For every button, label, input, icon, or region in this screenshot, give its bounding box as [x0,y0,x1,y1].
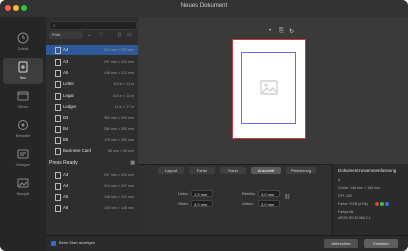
summary-size: Größe: 148 mm × 180 mm [338,186,381,190]
document-icon [55,115,61,122]
grid-view-icon[interactable]: ▦ [130,159,135,168]
rail-label: Öffnen [17,105,29,109]
rail-item-templates[interactable]: Vorlagen [3,145,43,171]
bleed-left-field[interactable]: 1,5 mm [191,190,213,197]
bleed-bottom-label: Unten: [242,201,254,206]
list-item[interactable]: B5 176 mm × 250 mm [46,135,138,145]
cancel-button[interactable]: Abbrechen [324,239,358,248]
new-document-window: Neues Dokument Zuletzt Neu Öffnen Beispi… [0,0,408,251]
document-icon [55,205,61,212]
bleed-right-field[interactable]: 3,0 mm [258,190,280,197]
summary-title: Dokumentzusammenfassung [338,168,397,173]
color-swatch [375,202,379,206]
list-item[interactable]: Legal 8,5 in × 14 in [46,91,138,101]
document-icon [55,104,61,111]
bleed-bottom-field[interactable]: 3,0 mm [258,200,280,207]
color-swatch [380,202,384,206]
refresh-icon[interactable]: ↻ [289,28,294,35]
document-icon [55,70,61,77]
document-icon [55,126,61,133]
window-title: Neues Dokument [180,3,228,9]
search-input[interactable]: ⌕ [49,21,137,30]
tab-anschnitt[interactable]: Anschnitt [251,167,281,174]
rail-item-samples[interactable]: Beispiele [3,116,43,142]
list-item[interactable]: A4 210 mm × 297 mm [46,181,138,191]
rail-label: Vorlagen [15,163,31,167]
bleed-top-label: Oben: [178,201,189,206]
tab-farbe[interactable]: Farbe [189,167,215,174]
category-filter-select[interactable]: Print [49,31,83,39]
filter-row: Print ⌄ ♡ ▯ ▭ [49,31,135,39]
list-item[interactable]: B3 353 mm × 500 mm [46,113,138,123]
document-icon [55,47,61,54]
document-settings-icon[interactable]: ⎘ [279,28,284,35]
template-icon [17,149,29,159]
example-icon [17,178,29,188]
document-icon [55,172,61,179]
image-placeholder-icon [260,80,278,95]
list-item[interactable]: Letter 8,5 in × 11 in [46,79,138,89]
rail-label: Beispiel [16,192,30,196]
list-item[interactable]: Business Card 85 mm × 55 mm [46,146,138,156]
landscape-orientation-icon[interactable]: ▭ [125,31,134,39]
dot-icon: • [269,28,272,34]
list-item[interactable]: A5 148 mm × 210 mm [46,192,138,202]
rail-label: Beispiele [15,134,31,138]
rail-item-recent[interactable]: Zuletzt [3,29,43,55]
list-item[interactable]: A5 148 mm × 210 mm [46,68,138,78]
list-item[interactable]: A6 105 mm × 148 mm [46,203,138,213]
rail-item-open[interactable]: Öffnen [3,87,43,113]
document-icon [55,194,61,201]
list-item[interactable]: A3 297 mm × 420 mm [46,57,138,67]
list-item[interactable]: A3 297 mm × 420 mm [46,170,138,180]
list-item[interactable]: Ledger 11 in × 17 in [46,102,138,112]
document-icon [55,93,61,100]
tab-platzierung[interactable]: Platzierung [286,167,316,174]
link-values-icon[interactable]: ⛓ [284,194,290,200]
summary-color: Farbe: RGB (8 Bit) [338,202,368,206]
show-on-start-label: Beim Start anzeigen [59,240,96,245]
bleed-left-label: Links: [178,191,189,196]
create-button[interactable]: Erstellen [364,239,398,248]
sample-icon [18,120,28,130]
tab-rand[interactable]: Rand [220,167,246,174]
margin-guide [241,52,296,124]
summary-profile: sRGB IEC61966-2.1 [338,216,371,220]
document-icon [55,183,61,190]
summary-profile-label: Farbprofil: [338,210,355,214]
document-icon [55,59,61,66]
bleed-top-field[interactable]: 3,0 mm [191,200,213,207]
document-icon [55,148,61,155]
footer-bar: Beim Start anzeigen Abbrechen Erstellen [46,235,408,251]
rail-label: Zuletzt [17,47,29,51]
clock-icon [17,32,29,44]
heart-icon[interactable]: ♡ [97,31,106,39]
document-icon [55,137,61,144]
rail-item-example[interactable]: Beispiel [3,174,43,200]
bleed-right-label: Rechts: [242,191,256,196]
search-icon: ⌕ [53,23,56,29]
list-item[interactable]: B4 250 mm × 353 mm [46,124,138,134]
page-preview-area: • ⎘ ↻ [138,17,408,164]
chevron-down-icon[interactable]: ⌄ [85,31,94,39]
preset-list-panel: ⌕ Print ⌄ ♡ ▯ ▭ A4 210 mm × 297 mm A3 297 … [46,17,139,251]
summary-line: A [338,178,341,182]
document-icon [55,81,61,88]
section-header-press-ready[interactable]: Press Ready ▦ [46,159,138,168]
summary-dpi: DPI: 300 [338,194,352,198]
color-swatch [385,202,389,206]
new-document-icon [18,61,28,73]
title-bar: Neues Dokument [0,0,408,18]
folder-icon [17,91,29,101]
list-item[interactable]: A4 210 mm × 297 mm [46,45,138,55]
show-on-start-checkbox[interactable] [51,241,56,246]
rail-label: Neu [19,76,27,80]
portrait-orientation-icon[interactable]: ▯ [115,31,124,39]
page-preview [232,39,306,139]
tab-layout[interactable]: Layout [158,167,184,174]
rail-item-new[interactable]: Neu [3,58,43,84]
settings-tabs: Layout Farbe Rand Anschnitt Platzierung [158,167,318,174]
category-rail: Zuletzt Neu Öffnen Beispiele Vorlagen Be… [0,17,47,251]
